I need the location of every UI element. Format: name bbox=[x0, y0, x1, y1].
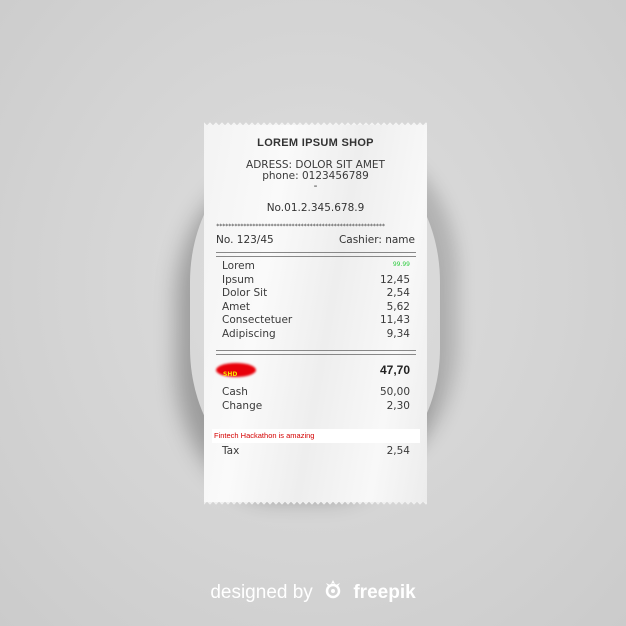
currency-label: SHD bbox=[223, 371, 238, 378]
cash-value: 50,00 bbox=[379, 386, 410, 398]
item-value: 11,43 bbox=[379, 314, 410, 326]
receipt: LOREM IPSUM SHOP ADRESS: DOLOR SIT AMET … bbox=[204, 125, 427, 502]
brand-name: freepik bbox=[353, 582, 416, 603]
receipt-bottom-edge bbox=[204, 502, 427, 508]
receipt-number: No.01.2.345.678.9 bbox=[266, 202, 365, 214]
double-rule-top bbox=[216, 252, 416, 257]
item-name: Dolor Sit bbox=[222, 287, 268, 299]
double-rule-bottom bbox=[216, 350, 416, 355]
item-value: 5,62 bbox=[386, 301, 410, 313]
item-name: Lorem bbox=[222, 260, 255, 272]
designed-by-text: designed by bbox=[210, 582, 313, 603]
shop-name: LOREM IPSUM SHOP bbox=[257, 137, 374, 149]
item-name: Amet bbox=[222, 301, 250, 313]
tax-value: 2,54 bbox=[386, 445, 410, 457]
item-value: 12,45 bbox=[379, 274, 410, 286]
cashier-name: Cashier: name bbox=[338, 234, 415, 246]
item-value: 2,54 bbox=[386, 287, 410, 299]
item-value: 99.99 bbox=[392, 261, 410, 268]
change-label: Change bbox=[222, 400, 263, 412]
separator-dash: - bbox=[313, 180, 318, 192]
item-name: Consectetuer bbox=[222, 314, 293, 326]
document-number: No. 123/45 bbox=[216, 234, 274, 246]
stage: LOREM IPSUM SHOP ADRESS: DOLOR SIT AMET … bbox=[0, 0, 626, 626]
promo-text: Fintech Hackathon is amazing bbox=[214, 431, 315, 440]
item-name: Ipsum bbox=[222, 274, 255, 286]
change-value: 2,30 bbox=[386, 400, 410, 412]
item-name: Adipiscing bbox=[222, 328, 276, 340]
star-divider: ****************************************… bbox=[216, 223, 385, 230]
freepik-logo-icon bbox=[322, 578, 344, 606]
item-value: 9,34 bbox=[386, 328, 410, 340]
cash-label: Cash bbox=[222, 386, 248, 398]
total-amount: 47,70 bbox=[379, 363, 410, 377]
tax-label: Tax bbox=[222, 445, 240, 457]
attribution: designed by freepik bbox=[0, 578, 626, 606]
